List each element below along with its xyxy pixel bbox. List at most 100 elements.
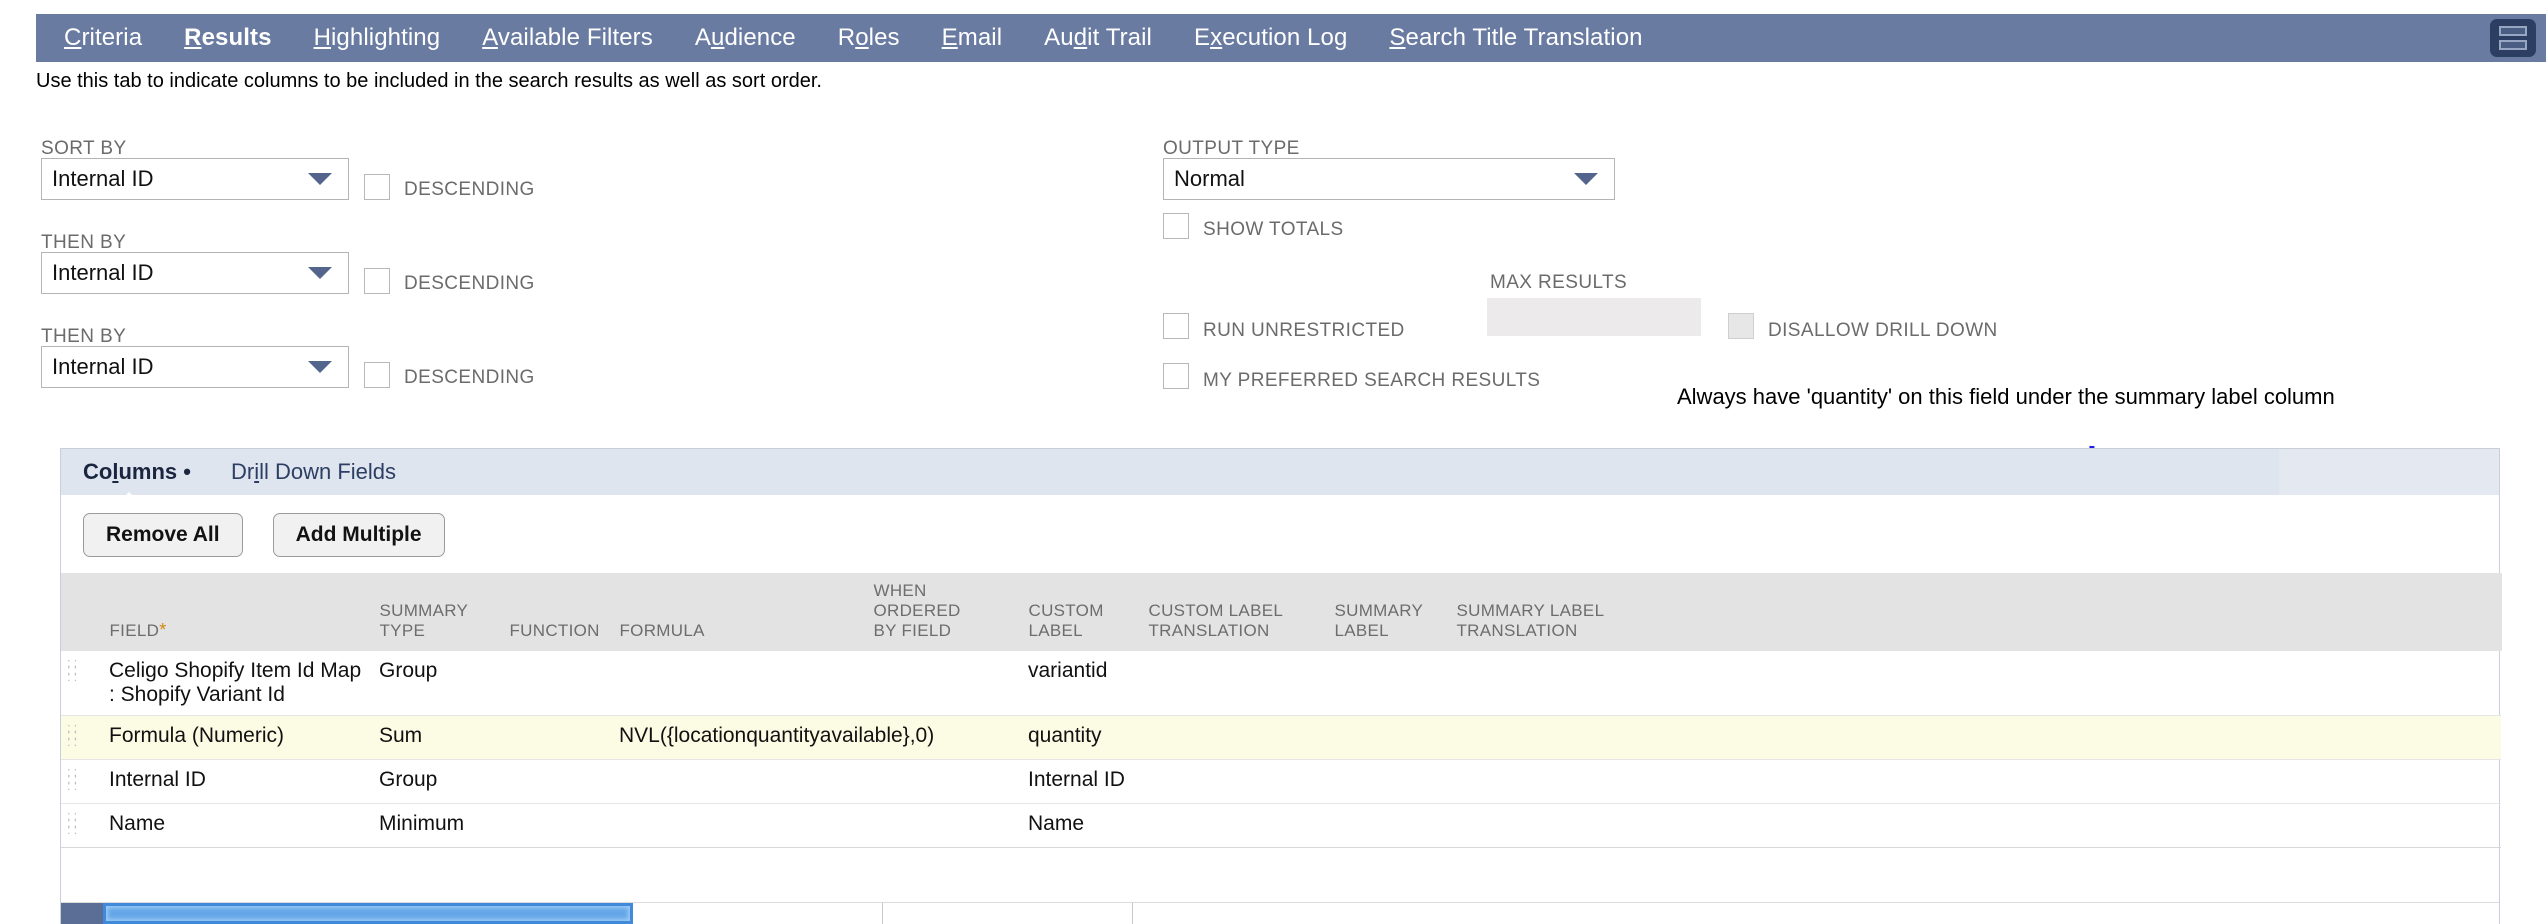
- show-totals-checkbox[interactable]: [1163, 213, 1189, 239]
- cell-field[interactable]: Celigo Shopify Item Id Map : Shopify Var…: [103, 651, 373, 716]
- subtab-drill-down-pre: Dr: [230, 459, 255, 484]
- cell-when-ordered-by-field[interactable]: [867, 803, 1022, 848]
- disallow-drill-down-checkbox[interactable]: [1728, 313, 1754, 339]
- cell-custom-label[interactable]: variantid: [1022, 651, 1142, 716]
- cell-custom-label[interactable]: quantity: [1022, 715, 1142, 760]
- cell-field[interactable]: Name: [103, 803, 373, 848]
- cell-formula[interactable]: [613, 759, 867, 804]
- th-custom-label[interactable]: CUSTOM LABEL: [1022, 573, 1143, 651]
- edit-row-summary-type-input[interactable]: [633, 903, 883, 924]
- main-tab-bar: Criteria Results Highlighting Available …: [36, 14, 2546, 74]
- cell-formula[interactable]: [613, 803, 867, 848]
- th-function[interactable]: FUNCTION: [503, 573, 614, 651]
- output-type-select[interactable]: Normal: [1163, 158, 1615, 200]
- th-summary-type-l2: TYPE: [379, 621, 426, 640]
- tab-roles[interactable]: Roles: [838, 24, 900, 52]
- cell-formula[interactable]: [613, 651, 867, 716]
- remove-all-button[interactable]: Remove All: [83, 513, 243, 557]
- tab-highlighting-accel: H: [313, 24, 331, 51]
- cell-when-ordered-by-field[interactable]: [867, 759, 1022, 804]
- sort-by-select[interactable]: Internal ID: [41, 158, 349, 200]
- th-summary-label-translation[interactable]: SUMMARY LABEL TRANSLATION: [1450, 573, 1641, 651]
- cell-custom-label-translation[interactable]: [1142, 759, 1328, 804]
- row-drag-handle-icon[interactable]: ::::::: [61, 715, 103, 760]
- cell-custom-label-translation[interactable]: [1142, 715, 1328, 760]
- active-edit-row[interactable]: [61, 902, 2499, 924]
- th-field[interactable]: FIELD*: [103, 573, 374, 651]
- row-drag-handle-icon[interactable]: ::::::: [61, 651, 103, 716]
- th-when-ordered-by-field[interactable]: WHEN ORDERED BY FIELD: [867, 573, 1023, 651]
- cell-summary-label[interactable]: [1328, 651, 1450, 716]
- run-unrestricted-label: RUN UNRESTRICTED: [1203, 320, 1405, 341]
- subtab-columns[interactable]: Columns •: [83, 459, 191, 503]
- tab-results[interactable]: Results: [184, 24, 272, 74]
- cell-function[interactable]: [503, 715, 613, 760]
- cell-summary-label[interactable]: [1328, 759, 1450, 804]
- tab-criteria[interactable]: Criteria: [64, 24, 142, 52]
- cell-function[interactable]: [503, 803, 613, 848]
- cell-summary-label-translation[interactable]: [1450, 715, 1640, 760]
- row-drag-handle-icon[interactable]: ::::::: [61, 759, 103, 804]
- cell-summary-label-translation[interactable]: [1450, 651, 1640, 716]
- cell-summary-type[interactable]: Group: [373, 651, 503, 716]
- edit-row-rest[interactable]: [1133, 903, 2499, 924]
- cell-summary-label-translation[interactable]: [1450, 759, 1640, 804]
- th-summary-type-l1: SUMMARY: [379, 601, 469, 620]
- cell-function[interactable]: [503, 759, 613, 804]
- th-formula[interactable]: FORMULA: [613, 573, 868, 651]
- tab-highlighting[interactable]: Highlighting: [314, 24, 441, 52]
- add-multiple-button[interactable]: Add Multiple: [272, 513, 445, 557]
- table-row[interactable]: :::::: Formula (Numeric) Sum NVL({locati…: [61, 715, 2501, 760]
- tab-results-accel: R: [184, 24, 202, 51]
- tab-execution-log-rest: ecution Log: [1222, 24, 1348, 51]
- descending-label-1: DESCENDING: [404, 179, 535, 200]
- table-row[interactable]: :::::: Name Minimum Name: [61, 803, 2501, 848]
- cell-summary-label[interactable]: [1328, 715, 1450, 760]
- sort-by-label: SORT BY: [41, 138, 127, 159]
- tab-email[interactable]: Email: [942, 24, 1003, 52]
- max-results-input[interactable]: [1487, 298, 1701, 336]
- cell-summary-type[interactable]: Group: [373, 759, 503, 804]
- tab-audience[interactable]: Audience: [695, 24, 796, 52]
- tab-results-rest: esults: [201, 24, 272, 51]
- subtab-drill-down-fields[interactable]: Drill Down Fields: [231, 459, 396, 485]
- tab-audit-trail[interactable]: Audit Trail: [1044, 24, 1152, 52]
- cell-custom-label-translation[interactable]: [1142, 803, 1328, 848]
- then-by-select-2[interactable]: Internal ID: [41, 346, 349, 388]
- edit-row-field-input[interactable]: [103, 903, 633, 924]
- cell-custom-label[interactable]: Name: [1022, 803, 1142, 848]
- descending-checkbox-2[interactable]: [364, 268, 390, 294]
- row-drag-handle-icon[interactable]: ::::::: [61, 803, 103, 848]
- th-summary-label[interactable]: SUMMARY LABEL: [1328, 573, 1451, 651]
- th-function-label: FUNCTION: [509, 621, 600, 640]
- edit-row-function-input[interactable]: [883, 903, 1133, 924]
- cell-summary-label-translation[interactable]: [1450, 803, 1640, 848]
- cell-custom-label[interactable]: Internal ID: [1022, 759, 1142, 804]
- th-custom-label-translation[interactable]: CUSTOM LABEL TRANSLATION: [1142, 573, 1329, 651]
- table-row[interactable]: :::::: Internal ID Group Internal ID: [61, 759, 2501, 804]
- tab-execution-log[interactable]: Execution Log: [1194, 24, 1347, 52]
- cell-field[interactable]: Internal ID: [103, 759, 373, 804]
- tab-search-title-translation[interactable]: Search Title Translation: [1389, 24, 1642, 52]
- descending-checkbox-3[interactable]: [364, 362, 390, 388]
- hamburger-icon[interactable]: [2490, 19, 2536, 57]
- cell-summary-label[interactable]: [1328, 803, 1450, 848]
- descending-checkbox-1[interactable]: [364, 174, 390, 200]
- then-by-select-1[interactable]: Internal ID: [41, 252, 349, 294]
- search-results-tab-page: Criteria Results Highlighting Available …: [0, 0, 2546, 924]
- tab-roles-accel: o: [855, 24, 869, 51]
- run-unrestricted-checkbox[interactable]: [1163, 313, 1189, 339]
- tab-roles-rest: les: [868, 24, 900, 51]
- cell-when-ordered-by-field[interactable]: [867, 651, 1022, 716]
- cell-field[interactable]: Formula (Numeric): [103, 715, 373, 760]
- cell-summary-type[interactable]: Sum: [373, 715, 503, 760]
- tab-available-filters[interactable]: Available Filters: [482, 24, 653, 52]
- cell-summary-type[interactable]: Minimum: [373, 803, 503, 848]
- edit-row-handle[interactable]: [61, 903, 103, 924]
- my-preferred-search-results-checkbox[interactable]: [1163, 363, 1189, 389]
- th-summary-type[interactable]: SUMMARY TYPE: [373, 573, 504, 651]
- cell-formula[interactable]: NVL({locationquantityavailable},0): [613, 715, 934, 760]
- table-row[interactable]: :::::: Celigo Shopify Item Id Map : Shop…: [61, 651, 2501, 716]
- cell-custom-label-translation[interactable]: [1142, 651, 1328, 716]
- cell-function[interactable]: [503, 651, 613, 716]
